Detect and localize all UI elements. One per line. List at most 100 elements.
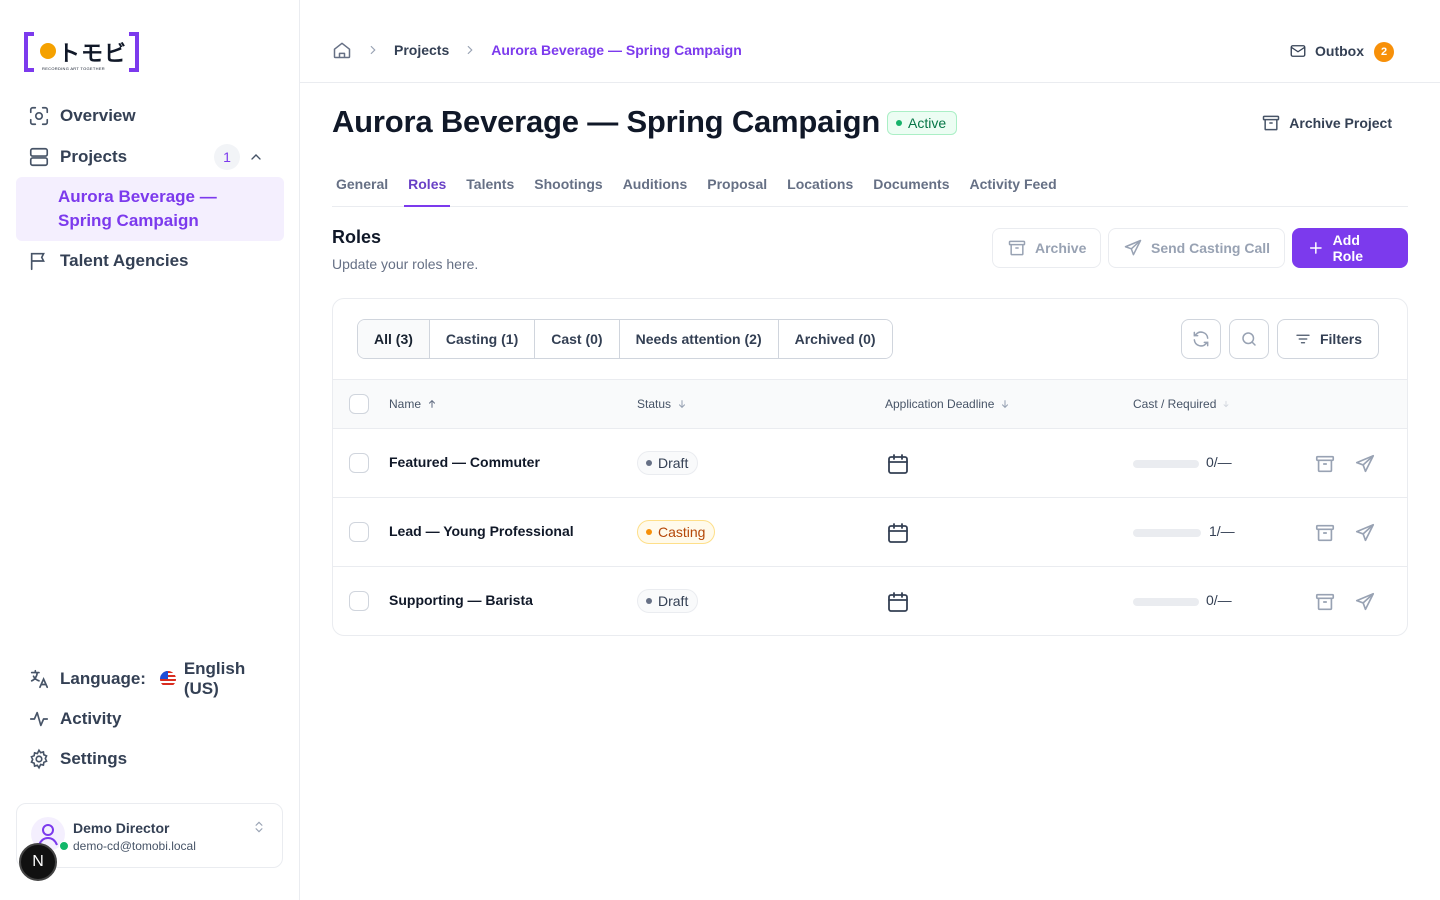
tab-talents[interactable]: Talents — [462, 168, 518, 207]
nav-item-projects[interactable]: Projects 1 — [16, 137, 284, 177]
archive-icon[interactable] — [1314, 453, 1336, 475]
table-row[interactable]: Featured — Commuter Draft 0/— — [333, 429, 1407, 498]
calendar-icon[interactable] — [886, 452, 910, 476]
nav-item-overview[interactable]: Overview — [16, 96, 284, 136]
table-row[interactable]: Supporting — Barista Draft 0/— — [333, 567, 1407, 636]
column-status-label: Status — [637, 397, 672, 411]
arrow-down-icon — [1002, 400, 1009, 409]
cast-progress-bar — [1133, 598, 1199, 606]
calendar-icon[interactable] — [886, 590, 910, 614]
breadcrumb-projects[interactable]: Projects — [394, 42, 449, 58]
tab-proposal[interactable]: Proposal — [703, 168, 771, 207]
tab-shootings[interactable]: Shootings — [530, 168, 606, 207]
projects-count-wrap: 1 — [214, 144, 264, 170]
server-icon — [29, 147, 49, 167]
logo-text: トモビ — [58, 42, 128, 67]
column-deadline[interactable]: Application Deadline — [885, 397, 1010, 411]
role-name[interactable]: Featured — Commuter — [389, 454, 540, 470]
archive-icon[interactable] — [1314, 591, 1336, 613]
row-checkbox[interactable] — [349, 522, 369, 542]
table-row[interactable]: Lead — Young Professional Casting 1/— — [333, 498, 1407, 567]
archive-button-label: Archive — [1035, 240, 1087, 256]
translate-icon — [30, 669, 49, 689]
language-label: Language: — [60, 669, 146, 688]
role-status-label: Casting — [658, 524, 706, 540]
archive-icon — [1008, 240, 1026, 256]
column-name[interactable]: Name — [389, 397, 437, 411]
send-icon[interactable] — [1354, 522, 1376, 544]
row-checkbox[interactable] — [349, 591, 369, 611]
row-checkbox[interactable] — [349, 453, 369, 473]
segment-archived[interactable]: Archived (0) — [778, 320, 892, 358]
send-icon[interactable] — [1354, 453, 1376, 475]
home-icon[interactable] — [332, 40, 352, 60]
arrow-down-icon — [1223, 400, 1229, 408]
column-name-label: Name — [389, 397, 422, 411]
role-name[interactable]: Supporting — Barista — [389, 592, 533, 608]
nav-item-activity[interactable]: Activity — [16, 699, 284, 739]
search-icon — [1242, 332, 1256, 346]
filters-button[interactable]: Filters — [1276, 319, 1379, 359]
archive-project-button[interactable]: Archive Project — [1261, 113, 1392, 133]
archive-icon[interactable] — [1314, 522, 1336, 544]
role-status-badge: Draft — [637, 451, 699, 475]
outbox-label: Outbox — [1315, 43, 1364, 59]
arrow-up-icon — [428, 399, 436, 408]
role-name[interactable]: Lead — Young Professional — [389, 523, 574, 539]
language-value: English (US) — [183, 659, 246, 698]
nav-item-talent-agencies[interactable]: Talent Agencies — [16, 241, 284, 281]
nav-label-settings: Settings — [60, 749, 128, 768]
sidebar: トモビ RECORDING ART TOGETHER Overview Proj… — [0, 0, 300, 900]
tab-general[interactable]: General — [332, 168, 392, 207]
segment-needs-attention[interactable]: Needs attention (2) — [619, 320, 779, 358]
send-casting-call-label: Send Casting Call — [1151, 240, 1271, 256]
nav-item-current-project[interactable]: Aurora Beverage — Spring Campaign — [16, 177, 284, 241]
send-icon — [1124, 239, 1142, 256]
status-dot — [896, 120, 902, 126]
tab-locations[interactable]: Locations — [783, 168, 857, 207]
tab-roles[interactable]: Roles — [404, 168, 451, 207]
add-role-button[interactable]: Add Role — [1292, 228, 1408, 268]
tab-auditions[interactable]: Auditions — [619, 168, 692, 207]
tab-documents[interactable]: Documents — [869, 168, 953, 207]
calendar-icon[interactable] — [886, 521, 910, 545]
status-label: Active — [908, 115, 947, 131]
chevron-up-icon[interactable] — [248, 149, 264, 165]
activity-icon — [29, 711, 49, 727]
app-logo[interactable]: トモビ RECORDING ART TOGETHER — [24, 32, 139, 72]
segment-casting[interactable]: Casting (1) — [429, 320, 536, 358]
chevron-right-icon — [467, 45, 473, 55]
scan-icon — [29, 106, 49, 126]
filters-label: Filters — [1319, 331, 1362, 347]
segment-cast[interactable]: Cast (0) — [535, 320, 620, 358]
gear-icon — [30, 748, 48, 770]
role-status-label: Draft — [658, 593, 689, 609]
select-all-checkbox[interactable] — [349, 394, 369, 414]
segment-all[interactable]: All (3) — [358, 320, 430, 358]
nav-label-overview: Overview — [60, 106, 136, 125]
nav-item-settings[interactable]: Settings — [16, 739, 284, 779]
logo-dot — [40, 43, 56, 59]
dev-tools-badge[interactable]: N — [19, 843, 57, 881]
search-button[interactable] — [1229, 319, 1269, 359]
send-casting-call-button[interactable]: Send Casting Call — [1108, 228, 1286, 268]
breadcrumb-current[interactable]: Aurora Beverage — Spring Campaign — [491, 42, 742, 58]
chevron-right-icon — [370, 45, 376, 55]
breadcrumb: Projects Aurora Beverage — Spring Campai… — [332, 40, 742, 60]
column-status[interactable]: Status — [637, 397, 687, 411]
logo-tagline: RECORDING ART TOGETHER — [42, 66, 105, 71]
refresh-button[interactable] — [1181, 319, 1221, 359]
tab-activity-feed[interactable]: Activity Feed — [966, 168, 1061, 207]
role-status-badge: Draft — [637, 589, 699, 613]
outbox-count-badge: 2 — [1374, 42, 1394, 62]
archive-button[interactable]: Archive — [992, 228, 1102, 268]
send-icon[interactable] — [1354, 591, 1376, 613]
column-cast-required[interactable]: Cast / Required — [1133, 397, 1230, 411]
outbox-button[interactable]: Outbox 2 — [1289, 40, 1394, 62]
nav-label-projects: Projects — [60, 147, 128, 166]
language-selector[interactable]: Language: English (US) — [16, 659, 284, 699]
cast-ratio: 1/— — [1209, 523, 1235, 539]
mail-icon — [1290, 45, 1306, 57]
projects-count-badge: 1 — [214, 144, 240, 170]
page-title: Aurora Beverage — Spring Campaign — [332, 104, 881, 139]
